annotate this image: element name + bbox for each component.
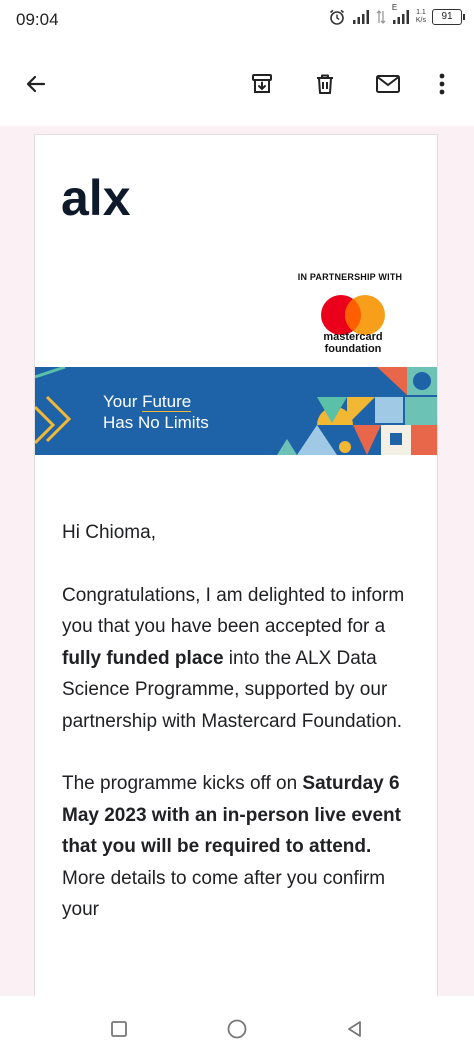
email-body-card: alx IN PARTNERSHIP WITH mastercard found…: [34, 134, 438, 996]
alx-logo: alx: [61, 175, 131, 223]
paragraph-1-bold: fully funded place: [62, 647, 224, 669]
banner-geometric-pattern: [277, 367, 437, 455]
mark-unread-button[interactable]: [368, 64, 408, 104]
back-triangle-icon: [348, 1021, 361, 1037]
archive-button[interactable]: [242, 64, 282, 104]
mail-icon: [376, 75, 400, 93]
mastercard-text-line2: foundation: [324, 343, 382, 355]
banner-left-graphic: [35, 367, 72, 445]
signal-icon-1: [352, 10, 369, 24]
paragraph-2: The programme kicks off on Saturday 6 Ma…: [62, 768, 412, 926]
recents-square-icon: [111, 1021, 127, 1037]
email-message-body: Hi Chioma, Congratulations, I am delight…: [62, 517, 412, 957]
archive-icon: [252, 74, 272, 93]
back-arrow-icon: [26, 75, 46, 93]
alarm-icon: [329, 9, 344, 25]
greeting: Hi Chioma,: [62, 522, 156, 543]
banner-line1-emph: Future: [142, 392, 192, 412]
paragraph-1: Congratulations, I am delighted to infor…: [62, 580, 412, 738]
paragraph-2-text-b: More details to come after you confirm y…: [62, 867, 386, 921]
status-bar: 09:04 E 1.1 K/s 91: [0, 0, 474, 40]
data-arrows-icon: [376, 10, 386, 24]
banner-image: Your Future Has No Limits: [35, 367, 437, 455]
back-button[interactable]: [16, 64, 56, 104]
home-circle-icon: [227, 1019, 247, 1039]
more-options-button[interactable]: [422, 64, 462, 104]
email-toolbar: [0, 40, 474, 126]
paragraph-1-text-a: Congratulations, I am delighted to infor…: [62, 584, 405, 638]
system-back-button[interactable]: [340, 1014, 370, 1044]
partnership-label: IN PARTNERSHIP WITH: [297, 272, 403, 282]
mastercard-text-line1: mastercard: [323, 331, 383, 343]
status-icons: E 1.1 K/s 91: [328, 3, 465, 26]
network-speed-value: 1.1: [416, 9, 426, 16]
network-type-label: E: [391, 3, 398, 12]
email-content-area[interactable]: alx IN PARTNERSHIP WITH mastercard found…: [0, 126, 474, 996]
banner-line1-prefix: Your: [103, 392, 143, 411]
banner-line2: Has No Limits: [103, 413, 209, 432]
more-vert-icon: [439, 73, 445, 95]
mastercard-foundation-text: mastercard foundation: [303, 331, 403, 355]
home-button[interactable]: [222, 1014, 252, 1044]
paragraph-2-text-a: The programme kicks off on: [62, 773, 303, 794]
network-speed-unit: K/s: [415, 17, 426, 24]
system-navigation-bar: [0, 996, 474, 1060]
alx-logo-text: alx: [61, 175, 131, 223]
delete-icon: [317, 74, 333, 94]
recents-button[interactable]: [104, 1014, 134, 1044]
battery-level: 91: [441, 11, 453, 22]
battery-icon: 91: [432, 9, 465, 25]
delete-button[interactable]: [305, 64, 345, 104]
status-time: 09:04: [16, 10, 59, 29]
banner-headline: Your Future Has No Limits: [103, 391, 209, 433]
network-speed: 1.1 K/s: [416, 9, 426, 25]
